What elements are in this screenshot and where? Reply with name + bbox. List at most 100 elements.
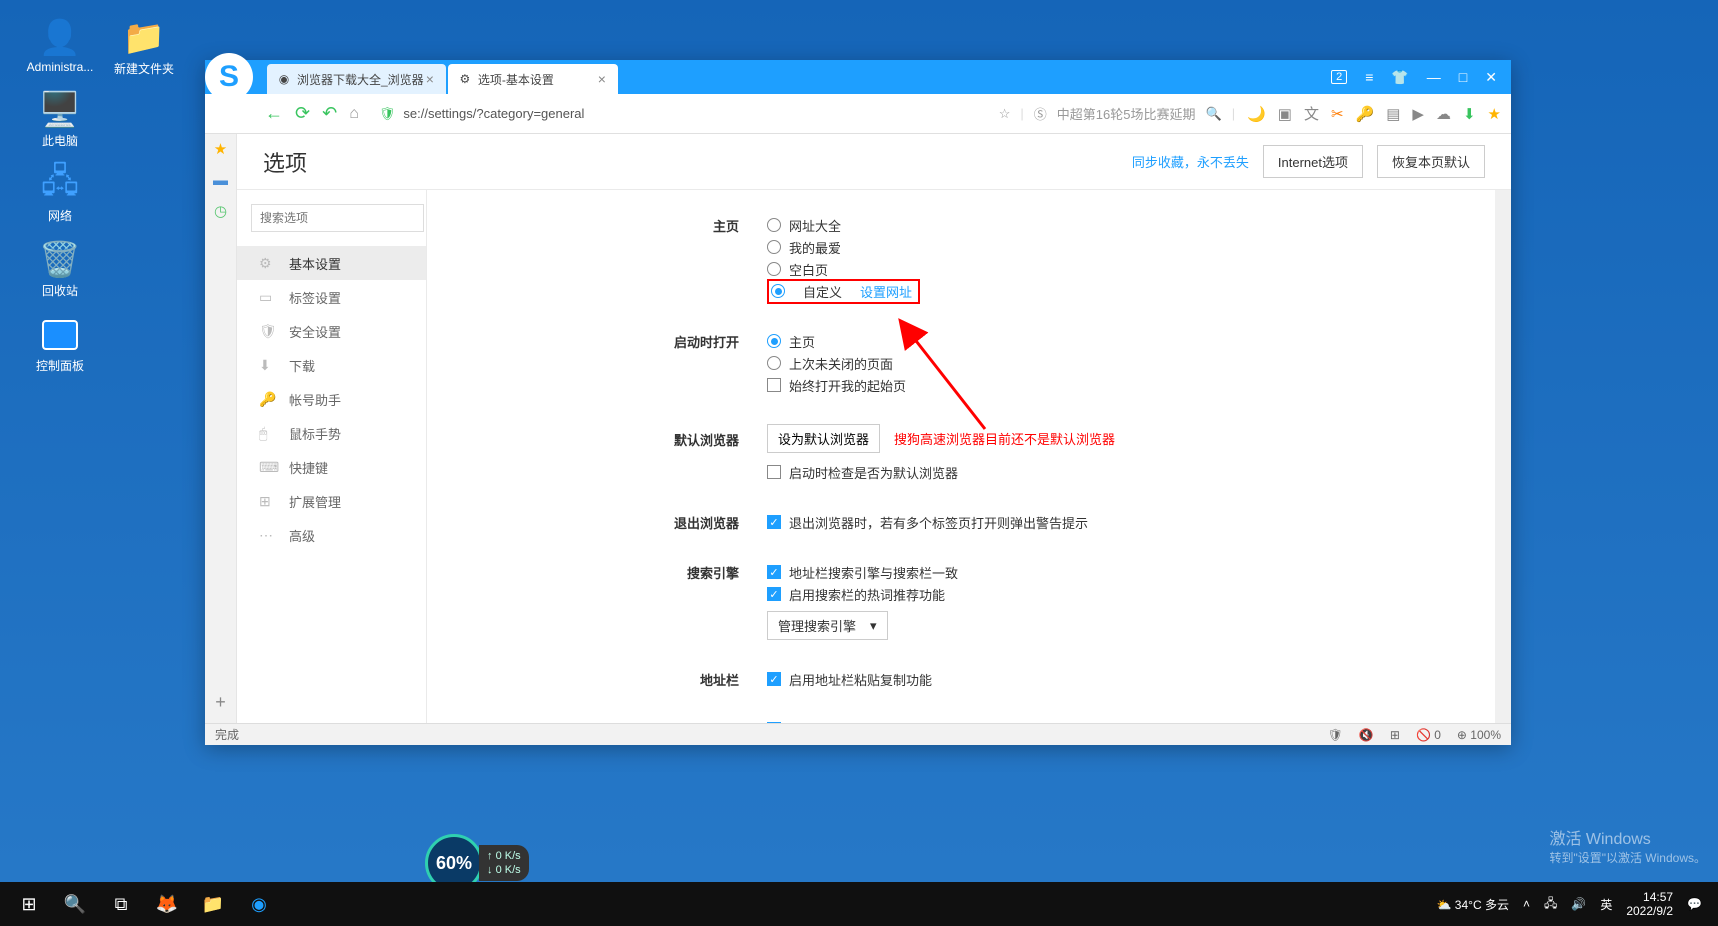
rail-history-icon[interactable]: ◷ bbox=[214, 203, 227, 221]
tab-close-icon[interactable]: × bbox=[596, 71, 608, 87]
settings-panel: 主页 网址大全 我的最爱 空白页 自定义 设置网址 bbox=[427, 190, 1495, 723]
reload-icon[interactable]: ⟳ bbox=[295, 103, 310, 124]
search-icon[interactable]: 🔍 bbox=[1206, 106, 1222, 122]
address-bar: ← ⟳ ↶ ⌂ 🛡 se://settings/?category=genera… bbox=[205, 94, 1511, 134]
set-url-link[interactable]: 设置网址 bbox=[860, 282, 912, 301]
key-icon[interactable]: 🔑 bbox=[1356, 105, 1375, 123]
video-icon[interactable]: ▶ bbox=[1412, 105, 1424, 123]
desktop-icon-recyclebin[interactable]: 🗑️回收站 bbox=[20, 240, 100, 299]
sidebar-item-advanced[interactable]: ⋯高级 bbox=[237, 518, 426, 552]
set-default-button[interactable]: 设为默认浏览器 bbox=[767, 424, 880, 453]
sync-link[interactable]: 同步收藏，永不丢失 bbox=[1132, 152, 1249, 171]
radio-startup-home[interactable] bbox=[767, 334, 781, 348]
radio-startup-last[interactable] bbox=[767, 356, 781, 370]
radio-favorites[interactable] bbox=[767, 240, 781, 254]
tab-settings[interactable]: ⚙ 选项-基本设置 × bbox=[448, 64, 618, 94]
taskbar-explorer-icon[interactable]: 📁 bbox=[190, 882, 236, 926]
favorite-icon[interactable]: ★ bbox=[1488, 105, 1501, 123]
desktop-icon-newfolder[interactable]: 📁新建文件夹 bbox=[104, 18, 184, 77]
chk-always-startpage[interactable] bbox=[767, 378, 781, 392]
chk-search-hotwords[interactable] bbox=[767, 587, 781, 601]
status-mute-icon[interactable]: 🔇 bbox=[1359, 728, 1374, 742]
taskbar-sogou-icon[interactable]: ◉ bbox=[236, 882, 282, 926]
tab-downloads[interactable]: ◉ 浏览器下载大全_浏览器 × bbox=[267, 64, 446, 94]
taskview-icon[interactable]: ⧉ bbox=[98, 882, 144, 926]
browser-window: S ◉ 浏览器下载大全_浏览器 × ⚙ 选项-基本设置 × 2 ≡ 👕 — □ … bbox=[205, 60, 1511, 745]
skin-icon[interactable]: 👕 bbox=[1391, 69, 1408, 86]
download-icon[interactable]: ⬇ bbox=[1463, 105, 1476, 123]
tray-ime[interactable]: 英 bbox=[1600, 896, 1612, 913]
desktop-icon-thispc[interactable]: 🖥️此电脑 bbox=[20, 90, 100, 149]
sidebar-item-basic[interactable]: ⚙基本设置 bbox=[237, 246, 426, 280]
desktop-icon-network[interactable]: 🖧网络 bbox=[20, 165, 100, 224]
status-grid-icon[interactable]: ⊞ bbox=[1390, 728, 1400, 742]
sidebar-item-gesture[interactable]: 🖱鼠标手势 bbox=[237, 416, 426, 450]
chk-search-unified[interactable] bbox=[767, 565, 781, 579]
sogou-s-icon: Ⓢ bbox=[1034, 104, 1047, 123]
status-shield-icon[interactable]: 🛡 bbox=[1328, 728, 1343, 742]
shield-icon: 🛡 bbox=[259, 323, 275, 340]
status-bar: 完成 🛡 🔇 ⊞ 🚫 0 ⊕ 100% bbox=[205, 723, 1511, 745]
tray-volume-icon[interactable]: 🔊 bbox=[1571, 897, 1586, 911]
window-icon[interactable]: ▣ bbox=[1278, 105, 1292, 123]
puzzle-icon: ⊞ bbox=[259, 493, 275, 510]
weather-widget[interactable]: ⛅ 34°C 多云 bbox=[1437, 896, 1509, 913]
back-icon[interactable]: ← bbox=[265, 103, 283, 124]
maximize-icon[interactable]: □ bbox=[1459, 69, 1467, 85]
url-input[interactable]: 🛡 se://settings/?category=general bbox=[371, 100, 987, 128]
tab-label: 浏览器下载大全_浏览器 bbox=[297, 71, 424, 88]
chk-addressbar-paste[interactable] bbox=[767, 672, 781, 686]
tray-chevron-icon[interactable]: ˄ bbox=[1523, 897, 1530, 911]
radio-blank[interactable] bbox=[767, 262, 781, 276]
tray-network-icon[interactable]: 🖧 bbox=[1544, 894, 1557, 915]
home-icon[interactable]: ⌂ bbox=[349, 105, 359, 123]
tab-label: 选项-基本设置 bbox=[478, 71, 554, 88]
sidebar-item-security[interactable]: 🛡安全设置 bbox=[237, 314, 426, 348]
window-count-badge[interactable]: 2 bbox=[1331, 70, 1347, 84]
sidebar-item-download[interactable]: ⬇下载 bbox=[237, 348, 426, 382]
close-icon[interactable]: ✕ bbox=[1485, 69, 1497, 86]
taskbar-firefox-icon[interactable]: 🦊 bbox=[144, 882, 190, 926]
chevron-down-icon: ▾ bbox=[870, 618, 877, 634]
chk-check-default[interactable] bbox=[767, 465, 781, 479]
radio-custom[interactable] bbox=[771, 284, 785, 298]
bookmark-star-icon[interactable]: ☆ bbox=[999, 106, 1011, 122]
sogou-logo-icon[interactable]: S bbox=[205, 53, 253, 101]
chk-exit-warn[interactable] bbox=[767, 515, 781, 529]
search-input[interactable] bbox=[251, 204, 424, 232]
desktop-icon-controlpanel[interactable]: 控制面板 bbox=[20, 315, 100, 374]
sidebar-item-extensions[interactable]: ⊞扩展管理 bbox=[237, 484, 426, 518]
moon-icon[interactable]: 🌙 bbox=[1247, 105, 1266, 123]
scissor-icon[interactable]: ✂ bbox=[1331, 105, 1344, 123]
tray-notifications-icon[interactable]: 💬 bbox=[1687, 897, 1702, 911]
restore-defaults-button[interactable]: 恢复本页默认 bbox=[1377, 145, 1485, 178]
status-zoom[interactable]: ⊕ 100% bbox=[1457, 728, 1501, 742]
tab-close-icon[interactable]: × bbox=[424, 71, 436, 87]
scrollbar[interactable] bbox=[1495, 190, 1511, 723]
search-hint[interactable]: 中超第16轮5场比赛延期 bbox=[1057, 104, 1196, 123]
default-warning: 搜狗高速浏览器目前还不是默认浏览器 bbox=[894, 429, 1115, 448]
rail-reading-icon[interactable]: ▬ bbox=[213, 172, 228, 189]
menu-icon[interactable]: ≡ bbox=[1365, 69, 1373, 85]
taskbar-search-icon[interactable]: 🔍 bbox=[52, 882, 98, 926]
desktop-icon-admin[interactable]: 👤Administra... bbox=[20, 18, 100, 74]
section-startup-label: 启动时打开 bbox=[427, 330, 767, 396]
rail-add-icon[interactable]: + bbox=[215, 692, 226, 713]
mouse-icon: 🖱 bbox=[259, 425, 275, 442]
shield-icon: 🛡 bbox=[379, 106, 396, 122]
note-icon[interactable]: ▤ bbox=[1386, 105, 1400, 123]
sidebar-item-shortcut[interactable]: ⌨快捷键 bbox=[237, 450, 426, 484]
manage-search-button[interactable]: 管理搜索引擎▾ bbox=[767, 611, 888, 640]
rail-favorites-icon[interactable]: ★ bbox=[214, 140, 227, 158]
section-default-label: 默认浏览器 bbox=[427, 424, 767, 483]
sidebar-item-tabs[interactable]: ▭标签设置 bbox=[237, 280, 426, 314]
start-button[interactable]: ⊞ bbox=[6, 882, 52, 926]
undo-icon[interactable]: ↶ bbox=[322, 103, 337, 124]
cloud-icon[interactable]: ☁ bbox=[1436, 105, 1451, 123]
minimize-icon[interactable]: — bbox=[1427, 69, 1441, 85]
internet-options-button[interactable]: Internet选项 bbox=[1263, 145, 1363, 178]
radio-site-nav[interactable] bbox=[767, 218, 781, 232]
translate-icon[interactable]: 文 bbox=[1304, 103, 1319, 124]
sidebar-item-account[interactable]: 🔑帐号助手 bbox=[237, 382, 426, 416]
taskbar-clock[interactable]: 14:57 2022/9/2 bbox=[1626, 890, 1673, 919]
